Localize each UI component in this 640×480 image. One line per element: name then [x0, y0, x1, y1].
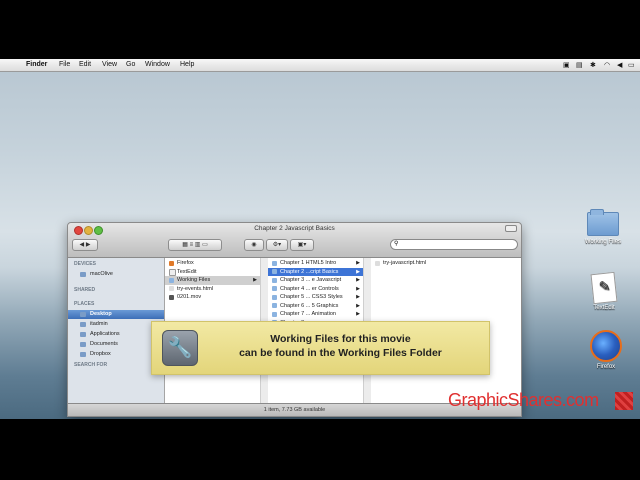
desktop-icon-firefox[interactable]: Firefox	[584, 330, 628, 370]
desktop-icon-textedit[interactable]: TextEdit	[582, 271, 626, 311]
folder-icon	[272, 294, 277, 300]
list-item[interactable]: Chapter 4 ... er Controls ▶	[268, 285, 363, 294]
menu-bar: Finder File Edit View Go Window Help ▣ ▤…	[0, 59, 640, 72]
folder-icon	[272, 269, 277, 274]
list-item[interactable]: try-javascript.html	[371, 259, 521, 268]
list-item[interactable]: Firefox	[165, 259, 260, 268]
sidebar-header-devices[interactable]: DEVICES	[74, 261, 96, 267]
dropbox-icon	[80, 352, 86, 357]
display-status-icon[interactable]: ▤	[576, 61, 583, 69]
sidebar-item-dropbox[interactable]: Dropbox	[68, 350, 164, 359]
finder-window: Chapter 2 Javascript Basics ◀ ▶ ▦ ≡ ▥ ▭ …	[67, 222, 522, 417]
watermark-logo-icon	[615, 392, 633, 410]
firefox-app-icon	[169, 260, 174, 266]
disclosure-arrow-icon: ▶	[356, 260, 360, 266]
desktop-icon-label: TextEdit	[593, 305, 615, 311]
list-item[interactable]: Chapter 2 ...cript Basics ▶	[268, 267, 363, 276]
back-forward-buttons[interactable]: ◀ ▶	[72, 239, 98, 251]
firefox-icon	[590, 330, 622, 362]
folder-icon	[272, 277, 277, 283]
overlay-text: Working Files for this movie can be foun…	[200, 332, 481, 360]
sidebar-header-search-for[interactable]: SEARCH FOR	[74, 362, 107, 368]
overlay-line-1: Working Files for this movie	[270, 333, 411, 345]
wifi-status-icon[interactable]: ◠	[604, 61, 610, 69]
list-item[interactable]: Chapter 5 ... CSS3 Styles ▶	[268, 293, 363, 302]
bluetooth-status-icon[interactable]: ✱	[590, 61, 596, 69]
action-gear-button[interactable]: ⚙▾	[266, 239, 288, 251]
home-icon	[80, 322, 86, 327]
html-file-icon	[169, 286, 174, 291]
documents-icon	[80, 342, 86, 347]
menu-help[interactable]: Help	[180, 61, 194, 68]
folder-icon	[272, 311, 277, 317]
list-item[interactable]: TextEdit	[165, 268, 260, 276]
search-field[interactable]: ⚲	[390, 239, 518, 250]
menu-edit[interactable]: Edit	[79, 61, 91, 68]
desktop: Finder File Edit View Go Window Help ▣ ▤…	[0, 59, 640, 419]
title-bar[interactable]: Chapter 2 Javascript Basics ◀ ▶ ▦ ≡ ▥ ▭ …	[68, 223, 521, 258]
list-item[interactable]: Chapter 7 ... Animation ▶	[268, 310, 363, 319]
watermark-text: GraphicShares.com	[448, 390, 599, 410]
quick-look-button[interactable]: ◉	[244, 239, 264, 251]
disclosure-arrow-icon: ▶	[253, 277, 257, 283]
sidebar-item-applications[interactable]: Applications	[68, 330, 164, 339]
folder-icon	[272, 303, 277, 308]
sidebar-item-itadmin[interactable]: itadmin	[68, 320, 164, 329]
textedit-icon	[590, 271, 618, 305]
menu-finder[interactable]: Finder	[26, 61, 47, 68]
sidebar-header-shared[interactable]: SHARED	[74, 287, 95, 293]
disclosure-arrow-icon: ▶	[356, 294, 360, 300]
menu-view[interactable]: View	[102, 61, 117, 68]
list-item[interactable]: Working Files ▶	[165, 276, 260, 285]
folder-icon	[272, 260, 277, 266]
toolbar-toggle-button[interactable]	[505, 225, 517, 232]
list-item[interactable]: Chapter 3 ... e Javascript ▶	[268, 276, 363, 285]
view-mode-buttons[interactable]: ▦ ≡ ▥ ▭	[168, 239, 222, 251]
list-item[interactable]: try-events.html	[165, 285, 260, 294]
desktop-icon-label: Firefox	[596, 364, 616, 370]
sidebar-item-macolive[interactable]: macOlive	[68, 270, 164, 279]
textedit-app-icon	[169, 269, 176, 276]
disclosure-arrow-icon: ▶	[356, 302, 360, 309]
hard-drive-icon	[80, 272, 86, 277]
desktop-icon-working-files[interactable]: Working Files	[579, 209, 627, 245]
sidebar-item-desktop[interactable]: Desktop	[68, 310, 164, 319]
applications-icon	[80, 332, 86, 337]
sidebar-header-places[interactable]: PLACES	[74, 301, 94, 307]
folder-icon	[587, 209, 619, 236]
movie-file-icon	[169, 294, 174, 300]
list-item[interactable]: Chapter 6 ... 5 Graphics ▶	[268, 302, 363, 311]
overlay-line-2: can be found in the Working Files Folder	[239, 347, 442, 359]
disclosure-arrow-icon: ▶	[356, 268, 360, 275]
window-title: Chapter 2 Javascript Basics	[254, 225, 335, 232]
wrench-icon: 🔧	[162, 330, 198, 366]
list-item[interactable]: 0201.mov	[165, 293, 260, 302]
search-icon: ⚲	[394, 241, 399, 247]
html-file-icon	[375, 260, 380, 266]
disclosure-arrow-icon: ▶	[356, 285, 360, 292]
volume-status-icon[interactable]: ◀	[617, 61, 622, 69]
desktop-icon	[80, 312, 86, 317]
battery-status-icon[interactable]: ▭	[628, 61, 635, 69]
info-overlay: 🔧 Working Files for this movie can be fo…	[151, 321, 490, 375]
list-item[interactable]: Chapter 1 HTML5 Intro ▶	[268, 259, 363, 268]
menu-file[interactable]: File	[59, 61, 70, 68]
menu-go[interactable]: Go	[126, 61, 135, 68]
dropbox-status-icon[interactable]: ▣	[563, 61, 570, 69]
sidebar-item-documents[interactable]: Documents	[68, 340, 164, 349]
disclosure-arrow-icon: ▶	[356, 311, 360, 317]
desktop-icon-label: Working Files	[584, 239, 622, 245]
disclosure-arrow-icon: ▶	[356, 277, 360, 283]
folder-icon	[272, 286, 277, 291]
folder-icon	[169, 277, 174, 283]
menu-window[interactable]: Window	[145, 61, 170, 68]
dropbox-toolbar-button[interactable]: ▣▾	[290, 239, 314, 251]
